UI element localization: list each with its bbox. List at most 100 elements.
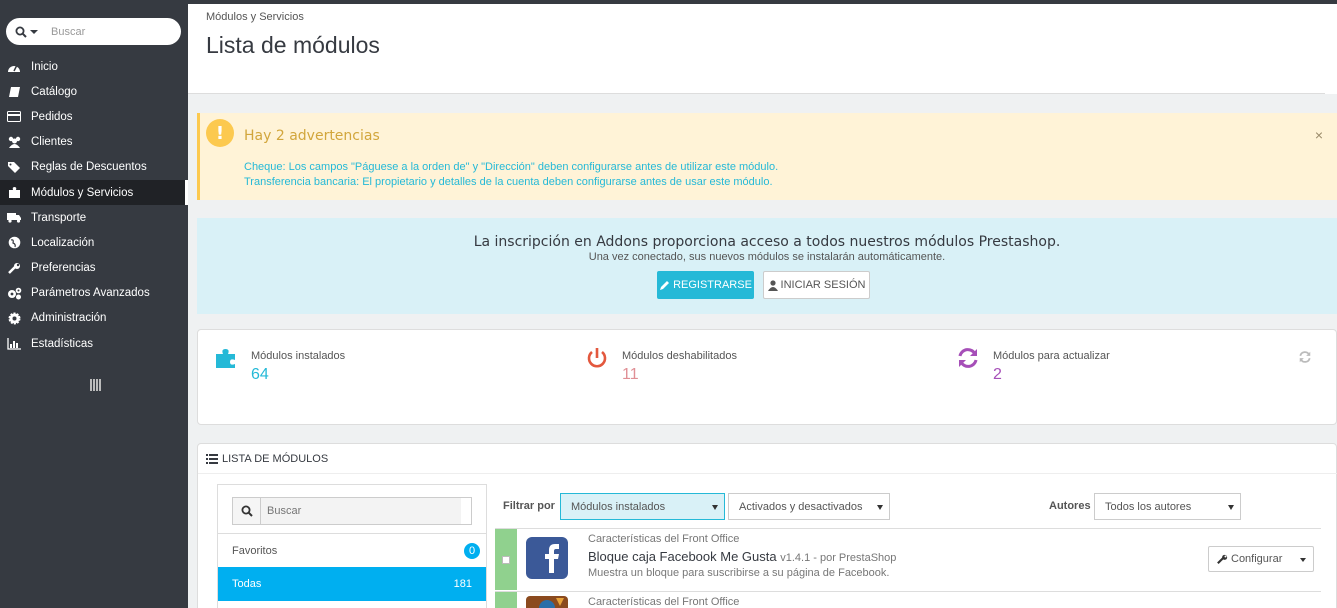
stats-panel: Módulos instalados 64 Módulos deshabilit… (197, 329, 1337, 425)
sidebar-item-label: Localización (31, 236, 95, 249)
puzzle-piece-icon (6, 186, 22, 200)
sidebar-item-label: Parámetros Avanzados (31, 287, 150, 300)
sidebar-item-preferencias[interactable]: Preferencias (0, 256, 188, 281)
close-icon[interactable]: × (1315, 127, 1323, 143)
wrench-icon (1217, 554, 1228, 564)
cogs-icon (6, 286, 22, 300)
truck-icon (6, 211, 22, 225)
status-filter-select[interactable]: Activados y desactivados (728, 493, 890, 520)
search-input[interactable] (51, 25, 171, 38)
select-value: Módulos instalados (571, 500, 666, 513)
pencil-icon (660, 280, 670, 290)
tachometer-icon (6, 60, 22, 74)
sidebar-menu: Inicio Catálogo Pedidos Clientes Reglas … (0, 54, 188, 356)
sidebar: Inicio Catálogo Pedidos Clientes Reglas … (0, 4, 188, 608)
select-value: Todos los autores (1105, 500, 1192, 513)
sidebar-item-clientes[interactable]: Clientes (0, 130, 188, 155)
module-category: Características del Front Office (588, 596, 740, 608)
select-value: Activados y desactivados (739, 500, 863, 513)
list-icon (206, 453, 218, 464)
addons-subline: Una vez conectado, sus nuevos módulos se… (588, 251, 946, 263)
book-icon (6, 85, 22, 99)
power-icon (587, 348, 607, 368)
sidebar-item-modulos-servicios[interactable]: Módulos y Servicios (0, 179, 188, 206)
sidebar-item-localizacion[interactable]: Localización (0, 230, 188, 255)
sidebar-item-label: Inicio (31, 60, 58, 73)
stat-value: 64 (251, 366, 269, 383)
main-content: Módulos y Servicios Lista de módulos ! H… (188, 4, 1337, 608)
stat-value: 2 (993, 366, 1002, 383)
category-label: Favoritos (232, 544, 278, 557)
addons-headline: La inscripción en Addons proporciona acc… (473, 234, 1061, 250)
installed-filter-select[interactable]: Módulos instalados (560, 493, 725, 520)
configure-button[interactable]: Configurar (1208, 546, 1314, 572)
sidebar-item-parametros-avanzados[interactable]: Parámetros Avanzados (0, 281, 188, 306)
category-all[interactable]: Todas 181 (218, 567, 486, 601)
wrench-icon (6, 261, 22, 275)
module-checkbox-cell[interactable] (495, 529, 517, 590)
module-list-heading: LISTA DE MÓDULOS (198, 444, 1337, 474)
module-description: Muestra un bloque para suscribirse a su … (588, 567, 890, 579)
facebook-logo-icon (526, 537, 568, 579)
caret-down-icon (877, 505, 883, 510)
sidebar-item-label: Módulos y Servicios (31, 186, 134, 199)
register-label: REGISTRARSE (673, 279, 752, 291)
search-icon[interactable] (6, 18, 40, 45)
module-checkbox-cell[interactable] (495, 592, 517, 608)
warning-line[interactable]: Transferencia bancaria: El propietario y… (244, 176, 773, 188)
user-icon (767, 279, 778, 291)
warning-line[interactable]: Cheque: Los campos "Páguese a la orden d… (244, 161, 778, 173)
sidebar-item-administracion[interactable]: Administración (0, 306, 188, 331)
puzzle-piece-icon (216, 349, 235, 368)
category-label: Todas (232, 578, 262, 590)
stat-value: 11 (622, 366, 639, 383)
stat-label: Módulos para actualizar (993, 350, 1110, 362)
module-title: Bloque caja Facebook Me Gusta (588, 549, 777, 564)
stat-label: Módulos instalados (251, 350, 346, 362)
sidebar-item-label: Administración (31, 312, 107, 325)
caret-down-icon[interactable] (1300, 558, 1306, 562)
caret-down-icon (1228, 505, 1234, 510)
authors-filter-select[interactable]: Todos los autores (1094, 493, 1241, 520)
globe-icon (6, 236, 22, 250)
stat-label: Módulos deshabilitados (622, 350, 737, 362)
refresh-icon[interactable] (1298, 350, 1312, 364)
sidebar-collapse-icon[interactable] (90, 379, 101, 394)
login-label: INICIAR SESIÓN (780, 279, 866, 291)
sidebar-item-estadisticas[interactable]: Estadísticas (0, 331, 188, 356)
sidebar-item-catalogo[interactable]: Catálogo (0, 79, 188, 104)
sidebar-item-label: Clientes (31, 136, 73, 149)
category-search-input[interactable] (261, 498, 461, 524)
credit-card-icon (6, 110, 22, 124)
sidebar-item-label: Catálogo (31, 85, 78, 98)
breadcrumb[interactable]: Módulos y Servicios (206, 11, 304, 23)
module-list-title: LISTA DE MÓDULOS (222, 452, 329, 465)
filter-label: Filtrar por (503, 500, 555, 512)
sidebar-search[interactable] (6, 18, 181, 45)
bar-chart-icon (6, 337, 22, 351)
page-scrollbar[interactable] (1325, 4, 1337, 94)
sidebar-item-label: Transporte (31, 211, 87, 224)
sidebar-item-reglas-descuentos[interactable]: Reglas de Descuentos (0, 155, 188, 180)
sidebar-item-label: Preferencias (31, 262, 96, 275)
count-badge: 181 (453, 578, 472, 590)
warning-title: Hay 2 advertencias (244, 128, 380, 144)
search-icon (233, 498, 261, 524)
sidebar-item-pedidos[interactable]: Pedidos (0, 104, 188, 129)
register-button[interactable]: REGISTRARSE (657, 271, 754, 299)
module-name: Bloque caja Facebook Me Gusta v1.4.1 - p… (588, 549, 896, 564)
users-icon (6, 135, 22, 149)
module-list-panel: LISTA DE MÓDULOS Favoritos 0 Todas 181 F… (197, 443, 1337, 608)
category-favorites[interactable]: Favoritos 0 (218, 533, 486, 567)
exclamation-icon: ! (206, 119, 234, 147)
module-row: Características del Front Office Bloque … (495, 528, 1321, 590)
sidebar-item-inicio[interactable]: Inicio (0, 54, 188, 79)
sidebar-item-label: Reglas de Descuentos (31, 161, 147, 174)
page-title: Lista de módulos (206, 32, 380, 58)
tags-icon (6, 160, 22, 174)
category-search[interactable] (232, 497, 472, 525)
sidebar-item-transporte[interactable]: Transporte (0, 205, 188, 230)
login-button[interactable]: INICIAR SESIÓN (763, 271, 870, 299)
chevron-down-icon (30, 29, 38, 34)
module-checkbox[interactable] (502, 555, 510, 564)
